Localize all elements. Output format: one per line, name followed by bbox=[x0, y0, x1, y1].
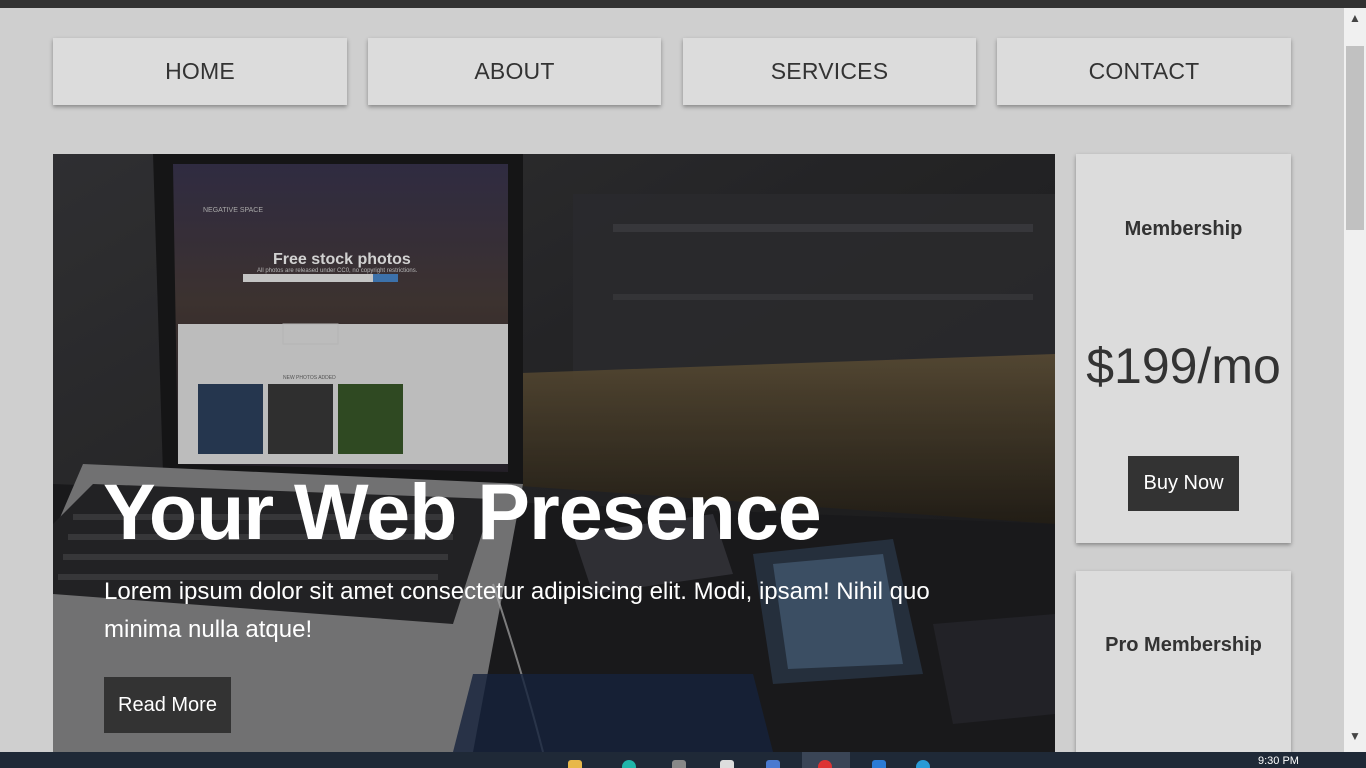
hero-overlay bbox=[53, 154, 1055, 752]
edge-icon[interactable] bbox=[872, 760, 886, 768]
nav-about-button[interactable]: ABOUT bbox=[368, 38, 661, 105]
hero-text: Lorem ipsum dolor sit amet consectetur a… bbox=[104, 578, 930, 643]
store-icon[interactable] bbox=[720, 760, 734, 768]
membership-title: Membership bbox=[1124, 218, 1243, 240]
membership-card: Membership $199/mo Buy Now bbox=[1076, 154, 1291, 543]
nav-home-button[interactable]: HOME bbox=[53, 38, 347, 105]
membership-price: $199/mo bbox=[1086, 338, 1281, 394]
nav-contact-button[interactable]: CONTACT bbox=[997, 38, 1291, 105]
nav-services-button[interactable]: SERVICES bbox=[683, 38, 976, 105]
calendar-icon[interactable] bbox=[766, 760, 780, 768]
read-more-button[interactable]: Read More bbox=[104, 677, 231, 733]
file-explorer-icon[interactable] bbox=[568, 760, 582, 768]
browser-icon[interactable] bbox=[622, 760, 636, 768]
scroll-thumb[interactable] bbox=[1346, 46, 1364, 230]
hero-section: Free stock photos NEGATIVE SPACE All pho… bbox=[53, 154, 1055, 752]
chevron-down-icon[interactable]: ▼ bbox=[1344, 726, 1366, 746]
hero-title: Your Web Presence bbox=[103, 467, 822, 556]
chevron-up-icon[interactable]: ▲ bbox=[1344, 8, 1366, 28]
vertical-scrollbar[interactable]: ▲ ▼ bbox=[1344, 8, 1366, 752]
chrome-icon[interactable] bbox=[818, 760, 832, 768]
pro-membership-card: Pro Membership bbox=[1076, 571, 1291, 768]
buy-now-button[interactable]: Buy Now bbox=[1128, 456, 1239, 511]
clock[interactable]: 9:30 PM bbox=[1258, 755, 1299, 767]
os-taskbar: 9:30 PM bbox=[0, 752, 1366, 768]
attachment-icon[interactable] bbox=[672, 760, 686, 768]
app-icon[interactable] bbox=[916, 760, 930, 768]
pro-membership-title: Pro Membership bbox=[1105, 634, 1262, 656]
browser-top-bar bbox=[0, 0, 1366, 8]
